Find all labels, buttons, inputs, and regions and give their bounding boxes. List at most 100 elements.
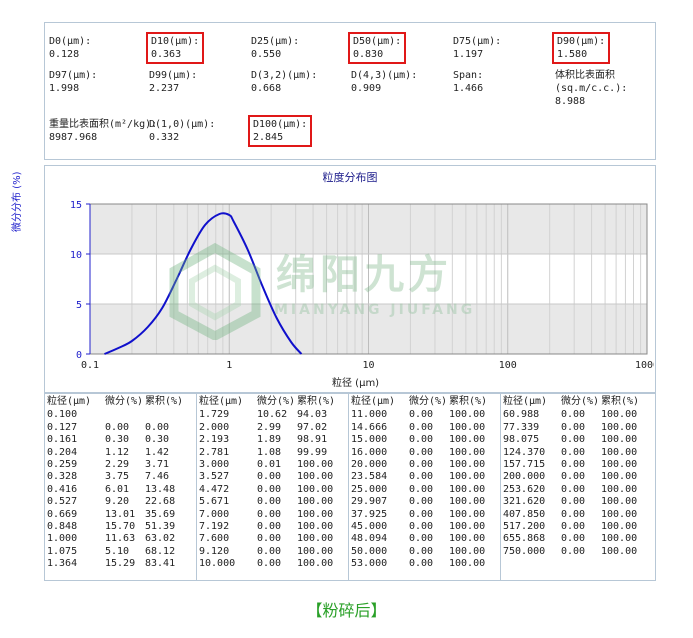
table-cell: 68.12 [145,545,176,557]
table-cell: 100.00 [449,508,486,520]
table-row: 0.127 0.00 0.00 [47,422,193,434]
stat-item: 体积比表面积(sq.m/c.c.): 8.988 [555,69,651,108]
stat-box: D0(μm): 0.128 [49,35,91,61]
table-row: 20.000 0.00 100.00 [351,459,497,471]
table-cell: 157.715 [503,459,546,471]
stat-value: 0.668 [251,83,282,94]
table-cell: 14.666 [351,421,388,433]
stat-label: D97(μm): [49,70,98,81]
stat-label: D0(μm): [49,36,92,47]
table-row: 124.370 0.00 100.00 [503,447,649,459]
table-cell: 253.620 [503,483,546,495]
stat-label: Span: [453,70,484,81]
stat-box: 重量比表面积(m²/kg): 8987.968 [49,118,157,144]
x-tick-label: 100 [499,360,517,371]
table-cell: 9.120 [199,545,230,557]
stat-item: Span: 1.466 [453,69,483,95]
table-cell: 11.000 [351,409,388,421]
table-cell: 100.00 [297,558,334,570]
table-cell: 1.075 [47,545,78,557]
table-cell: 50.000 [351,545,388,557]
stat-value: 0.830 [353,49,384,60]
table-cell: 23.584 [351,471,388,483]
table-cell: 48.094 [351,533,388,545]
table-cell: 0.00 [257,483,282,495]
table-cell: 1.364 [47,558,78,570]
table-cell: 0.00 [561,459,586,471]
table-header: 粒径(μm) [351,396,396,407]
table-cell: 25.000 [351,483,388,495]
table-row: 10.000 0.00 100.00 [199,558,345,570]
table-cell: 1.42 [145,446,170,458]
table-cell: 0.00 [561,496,586,508]
x-tick-label: 1000 [635,360,654,371]
table-cell: 100.00 [297,483,334,495]
table-cell: 0.01 [257,459,282,471]
table-row: 0.204 1.12 1.42 [47,447,193,459]
table-cell: 0.00 [409,521,434,533]
table-header: 累积(%) [297,396,336,407]
stat-value: 1.998 [49,83,80,94]
table-row: 0.259 2.29 3.71 [47,459,193,471]
stat-item: D0(μm): 0.128 [49,35,91,61]
x-tick-label: 10 [362,360,374,371]
table-cell: 321.620 [503,496,546,508]
table-row: 53.000 0.00 100.00 [351,558,497,570]
table-cell: 29.907 [351,496,388,508]
table-row: 655.868 0.00 100.00 [503,533,649,545]
table-cell: 100.00 [297,521,334,533]
table-cell: 7.192 [199,521,230,533]
table-header-row: 粒径(μm) 微分(%) 累积(%) [503,394,649,409]
table-row: 1.364 15.29 83.41 [47,558,193,570]
table-cell [105,409,145,421]
stat-label: D99(μm): [149,70,198,81]
stat-value: 0.332 [149,132,180,143]
table-cell: 0.00 [409,409,434,421]
table-cell: 0.00 [257,521,282,533]
table-cell: 100.00 [601,545,638,557]
table-row: 23.584 0.00 100.00 [351,471,497,483]
stat-item: D(1,0)(μm): 0.332 [149,118,215,144]
table-cell: 0.161 [47,434,78,446]
table-cell: 0.669 [47,508,78,520]
table-cell: 98.91 [297,434,328,446]
table-row: 750.000 0.00 100.00 [503,546,649,558]
table-row: 16.000 0.00 100.00 [351,447,497,459]
y-tick-label: 10 [70,250,82,261]
table-cell: 9.20 [105,496,130,508]
stat-value: 0.550 [251,49,282,60]
table-cell: 750.000 [503,545,546,557]
table-row: 98.075 0.00 100.00 [503,434,649,446]
table-cell: 99.99 [297,446,328,458]
table-row: 200.000 0.00 100.00 [503,471,649,483]
table-cell: 100.00 [297,508,334,520]
stat-box: D(3,2)(μm): 0.668 [251,69,317,95]
table-cell: 10.000 [199,558,236,570]
table-cell: 124.370 [503,446,546,458]
table-cell: 77.339 [503,421,540,433]
column-separator [196,394,197,580]
table-row: 77.339 0.00 100.00 [503,422,649,434]
table-cell: 0.00 [409,434,434,446]
table-header: 微分(%) [561,396,600,407]
table-row: 4.472 0.00 100.00 [199,484,345,496]
table-column-group: 粒径(μm) 微分(%) 累积(%) 1.729 10.62 94.03 2.000 2.99… [199,394,345,580]
distribution-chart: 0510150.11101001000 [70,200,654,371]
table-cell: 0.00 [409,545,434,557]
table-row: 50.000 0.00 100.00 [351,546,497,558]
stat-label: 重量比表面积(m²/kg): [49,119,158,130]
table-cell: 100.00 [449,446,486,458]
table-cell: 100.00 [297,471,334,483]
table-row: 7.600 0.00 100.00 [199,533,345,545]
table-cell: 2.99 [257,421,282,433]
table-header-row: 粒径(μm) 微分(%) 累积(%) [351,394,497,409]
size-table: 粒径(μm) 微分(%) 累积(%) 0.100 0.127 0.00 0.00 0.161 0… [47,394,193,571]
table-cell: 0.328 [47,471,78,483]
stat-item: D(4,3)(μm): 0.909 [351,69,417,95]
table-cell: 0.204 [47,446,78,458]
table-cell: 0.416 [47,483,78,495]
stat-item: D25(μm): 0.550 [251,35,299,61]
table-header: 粒径(μm) [47,396,92,407]
stat-value: 2.237 [149,83,180,94]
table-cell: 100.00 [297,545,334,557]
